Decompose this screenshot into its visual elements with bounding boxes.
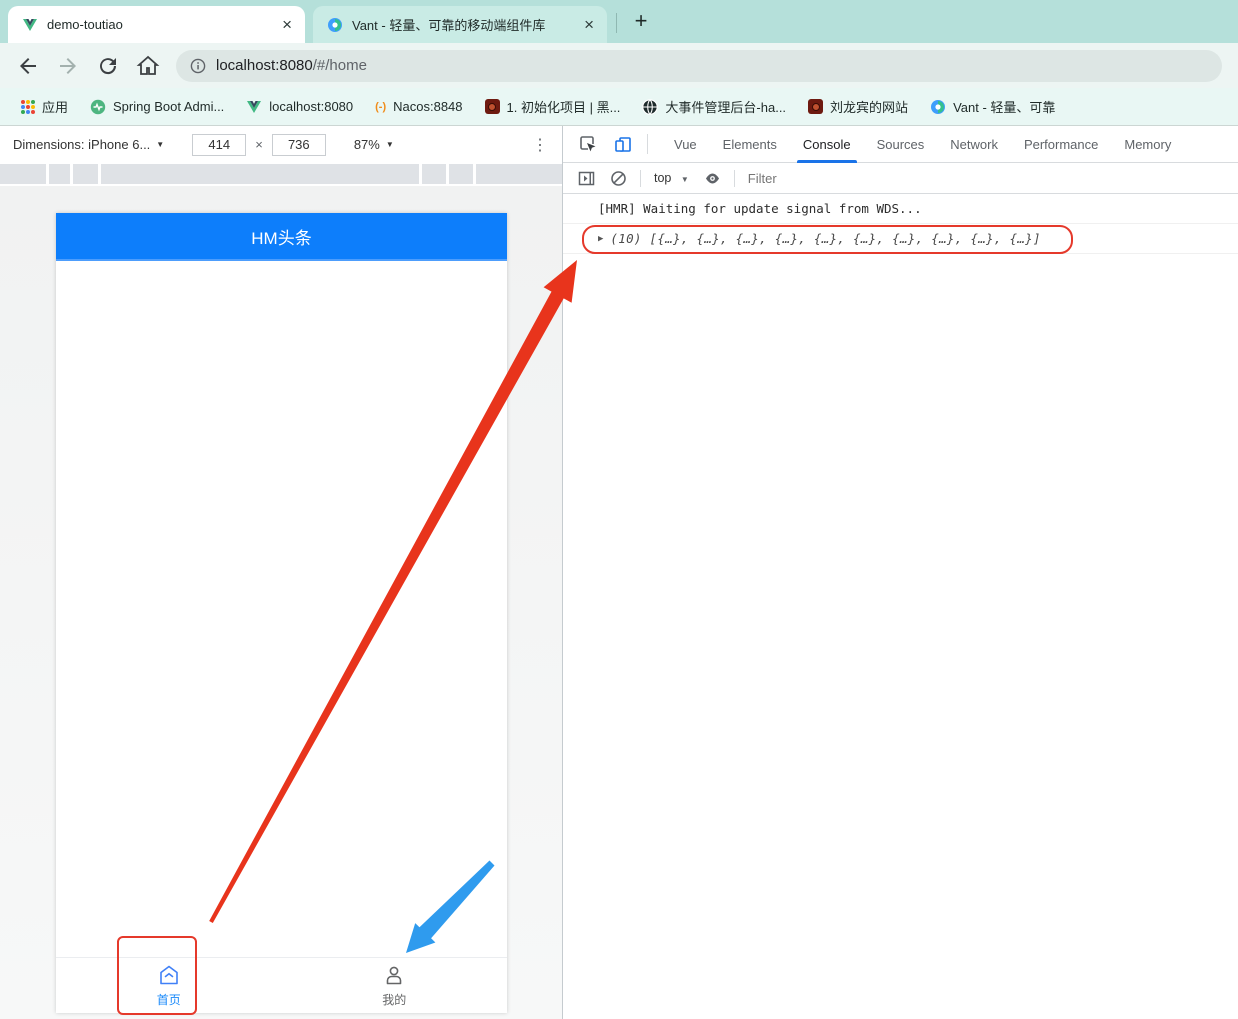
chevron-down-icon: ▼ bbox=[156, 140, 165, 149]
home-tab-icon bbox=[159, 965, 178, 985]
user-tab-icon bbox=[386, 966, 402, 985]
browser-toolbar: localhost:8080/#/home bbox=[0, 43, 1238, 88]
close-icon[interactable]: × bbox=[581, 16, 597, 33]
tab-console[interactable]: Console bbox=[796, 126, 857, 163]
vant-icon bbox=[328, 17, 342, 32]
console-message-array[interactable]: ▶ (10) [{…}, {…}, {…}, {…}, {…}, {…}, {…… bbox=[563, 224, 1238, 254]
viewport-height-input[interactable]: 736 bbox=[271, 133, 326, 156]
bookmark-init-project[interactable]: 1. 初始化项目 | 黑... bbox=[484, 97, 620, 116]
tab-network[interactable]: Network bbox=[950, 126, 998, 163]
back-icon[interactable] bbox=[16, 54, 40, 78]
chevron-down-icon: ▼ bbox=[385, 140, 394, 149]
url-text: localhost:8080/#/home bbox=[216, 57, 367, 74]
bookmark-localhost-8080[interactable]: localhost:8080 bbox=[246, 99, 353, 115]
address-bar[interactable]: localhost:8080/#/home bbox=[176, 49, 1222, 82]
spring-boot-icon bbox=[90, 99, 106, 114]
red-site-icon bbox=[808, 99, 824, 114]
devtools-console-pane: Vue Elements Console Sources Network Per… bbox=[562, 126, 1238, 1019]
device-mode-pane: Dimensions: iPhone 6... ▼ 414 × 736 87% … bbox=[0, 126, 562, 1019]
console-filter-input[interactable] bbox=[747, 170, 1148, 186]
tabbar-item-mine[interactable]: 我的 bbox=[282, 958, 508, 1013]
devtools-tabbar: Vue Elements Console Sources Network Per… bbox=[563, 126, 1238, 163]
execution-context-select[interactable]: top ▼ bbox=[654, 171, 689, 185]
device-toolbar: Dimensions: iPhone 6... ▼ 414 × 736 87% … bbox=[0, 126, 562, 163]
page-title: HM头条 bbox=[251, 228, 312, 248]
eye-icon[interactable] bbox=[704, 170, 721, 187]
times-separator: × bbox=[255, 137, 263, 152]
tab-memory[interactable]: Memory bbox=[1124, 126, 1171, 163]
tab-title: demo-toutiao bbox=[47, 17, 123, 32]
bookmarks-bar: 应用 Spring Boot Admi... localhost:8080 (-… bbox=[0, 88, 1238, 126]
forward-icon[interactable] bbox=[56, 54, 80, 78]
tab-vant-docs[interactable]: Vant - 轻量、可靠的移动端组件库 × bbox=[313, 6, 607, 43]
tab-demo-toutiao[interactable]: demo-toutiao × bbox=[8, 6, 305, 43]
bookmark-vant[interactable]: Vant - 轻量、可靠 bbox=[930, 97, 1055, 116]
expand-triangle-icon[interactable]: ▶ bbox=[598, 234, 603, 244]
devtools-panel: Dimensions: iPhone 6... ▼ 414 × 736 87% … bbox=[0, 126, 1238, 1019]
chevron-down-icon: ▼ bbox=[680, 175, 689, 184]
bookmark-big-event-admin[interactable]: 大事件管理后台-ha... bbox=[642, 97, 786, 116]
app-navbar: HM头条 bbox=[56, 213, 507, 261]
nacos-icon: (-) bbox=[375, 100, 387, 113]
red-site-icon bbox=[484, 99, 500, 114]
toolbar-divider bbox=[733, 169, 735, 187]
device-viewport-area: HM头条 首页 我的 bbox=[0, 186, 562, 1019]
inspect-element-icon[interactable] bbox=[578, 134, 598, 154]
vue-icon bbox=[23, 18, 37, 31]
tab-elements[interactable]: Elements bbox=[723, 126, 777, 163]
home-icon[interactable] bbox=[136, 54, 160, 78]
device-toolbar-icon[interactable] bbox=[613, 134, 633, 154]
app-tabbar: 首页 我的 bbox=[56, 957, 507, 1013]
console-toolbar: top ▼ bbox=[563, 163, 1238, 194]
tab-performance[interactable]: Performance bbox=[1024, 126, 1098, 163]
tab-title: Vant - 轻量、可靠的移动端组件库 bbox=[352, 18, 546, 33]
zoom-select[interactable]: 87% bbox=[354, 137, 380, 152]
tab-vue[interactable]: Vue bbox=[674, 126, 697, 163]
vue-icon bbox=[247, 100, 262, 113]
clear-console-icon[interactable] bbox=[610, 170, 627, 187]
bookmark-apps[interactable]: 应用 bbox=[21, 97, 68, 116]
media-query-ruler[interactable] bbox=[0, 163, 562, 186]
console-sidebar-toggle-icon[interactable] bbox=[578, 170, 595, 187]
emulated-device-screen: HM头条 首页 我的 bbox=[56, 213, 507, 1013]
toolbar-divider bbox=[640, 169, 641, 187]
reload-icon[interactable] bbox=[96, 54, 120, 78]
dimensions-select[interactable]: Dimensions: iPhone 6... bbox=[13, 137, 150, 152]
console-message-hmr: [HMR] Waiting for update signal from WDS… bbox=[563, 194, 1238, 224]
tabbar-item-home[interactable]: 首页 bbox=[56, 958, 282, 1013]
close-icon[interactable]: × bbox=[279, 16, 295, 33]
new-tab-button[interactable]: + bbox=[627, 8, 655, 36]
toolbar-divider bbox=[647, 134, 648, 154]
viewport-width-input[interactable]: 414 bbox=[192, 133, 247, 156]
more-options-icon[interactable]: ⋮ bbox=[532, 135, 548, 155]
tab-sources[interactable]: Sources bbox=[877, 126, 925, 163]
globe-icon bbox=[642, 98, 659, 115]
bookmark-liulongbin-site[interactable]: 刘龙宾的网站 bbox=[808, 97, 908, 116]
apps-grid-icon bbox=[21, 99, 35, 114]
tab-separator bbox=[616, 13, 617, 33]
browser-tabstrip: demo-toutiao × Vant - 轻量、可靠的移动端组件库 × + bbox=[0, 0, 1238, 43]
vant-icon bbox=[931, 99, 946, 114]
bookmark-spring-boot-admin[interactable]: Spring Boot Admi... bbox=[90, 99, 224, 115]
bookmark-nacos[interactable]: (-) Nacos:8848 bbox=[375, 99, 462, 114]
page-info-icon[interactable] bbox=[190, 58, 206, 74]
